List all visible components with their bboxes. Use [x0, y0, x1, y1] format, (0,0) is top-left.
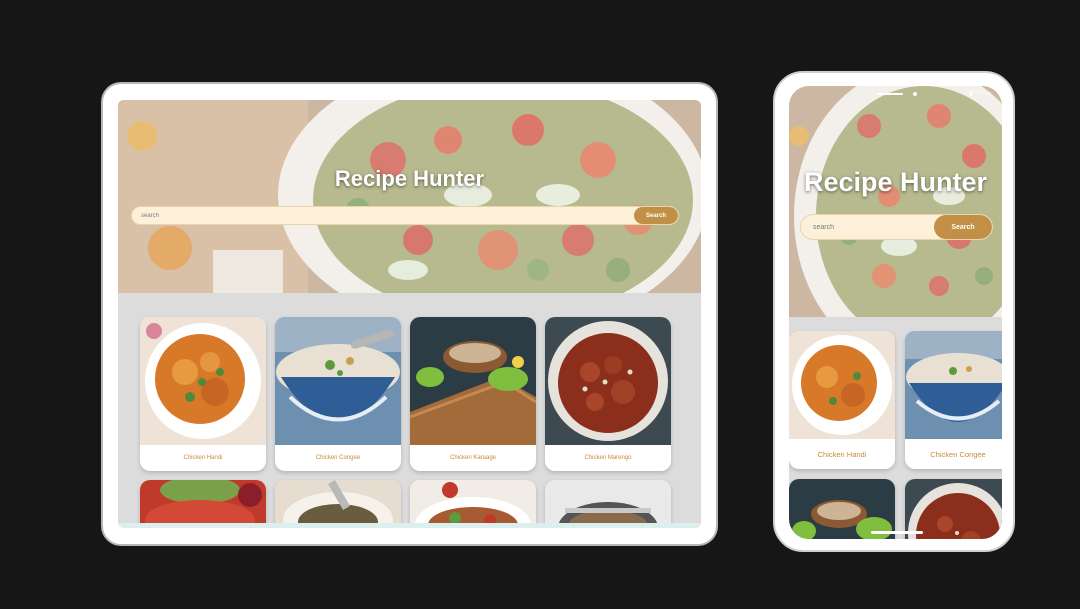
- recipe-card[interactable]: [545, 480, 671, 528]
- tablet-screen: Recipe Hunter Search: [118, 100, 701, 528]
- recipe-card[interactable]: [275, 480, 401, 528]
- recipe-card[interactable]: Chicken Karaage: [410, 317, 536, 471]
- app-title: Recipe Hunter: [334, 166, 485, 191]
- search-button[interactable]: Search: [634, 207, 678, 224]
- search-input[interactable]: [801, 215, 934, 239]
- hero-banner: Recipe Hunter Search: [118, 100, 701, 293]
- home-indicator: [871, 531, 923, 534]
- recipe-name: Chicken Marengo: [584, 455, 632, 461]
- recipe-image: [275, 317, 401, 445]
- recipe-image: [140, 480, 266, 528]
- recipe-card[interactable]: Chicken Handi: [789, 331, 895, 469]
- recipe-name: Chicken Handi: [183, 455, 223, 461]
- wifi-icon: ◠: [976, 91, 983, 97]
- recipe-name: Chicken Congee: [315, 455, 361, 461]
- recipe-card[interactable]: [789, 479, 895, 539]
- hero-background-image: [118, 100, 701, 293]
- recipe-image: [410, 480, 536, 528]
- recipe-image: [905, 331, 1002, 439]
- recipe-image: [140, 317, 266, 445]
- recipe-card[interactable]: Chicken Congee: [275, 317, 401, 471]
- camera-dot: [913, 92, 917, 96]
- hero-background-image: [789, 86, 1002, 317]
- signal-icon: ▮: [969, 91, 974, 97]
- recipe-card[interactable]: [140, 480, 266, 528]
- recipe-image: [545, 317, 671, 445]
- search-bar: Search: [131, 206, 679, 225]
- recipe-name: Chicken Karaage: [449, 455, 497, 461]
- status-icons: ▮ ◠ ▭: [969, 90, 992, 97]
- recipe-card[interactable]: [905, 479, 1002, 539]
- recipe-card[interactable]: Chicken Handi: [140, 317, 266, 471]
- speaker-notch: [877, 93, 903, 95]
- bottom-bar: [118, 523, 701, 528]
- battery-icon: ▭: [985, 91, 992, 97]
- recipe-image: [275, 480, 401, 528]
- search-button[interactable]: Search: [934, 215, 992, 239]
- recipe-image: [410, 317, 536, 445]
- recipe-image: [789, 331, 895, 439]
- recipe-image: [789, 479, 895, 539]
- recipe-image: [545, 480, 671, 528]
- recipe-card[interactable]: Chicken Marengo: [545, 317, 671, 471]
- phone-mockup: ▮ ◠ ▭ Recipe Hunter Search: [773, 71, 1015, 552]
- recipe-name: Chicken Congee: [930, 450, 986, 459]
- recipe-name: Chicken Handi: [817, 450, 867, 459]
- recipe-card[interactable]: [410, 480, 536, 528]
- hero-banner: ▮ ◠ ▭ Recipe Hunter Search: [789, 86, 1002, 317]
- recipe-image: [905, 479, 1002, 539]
- status-bar: ▮ ◠ ▭: [789, 86, 1002, 102]
- app-title: Recipe Hunter: [803, 167, 988, 197]
- recipe-card[interactable]: Chicken Congee: [905, 331, 1002, 469]
- phone-screen: ▮ ◠ ▭ Recipe Hunter Search: [789, 86, 1002, 539]
- search-input[interactable]: [132, 207, 634, 224]
- tablet-mockup: Recipe Hunter Search: [101, 82, 718, 546]
- search-bar: Search: [800, 214, 993, 240]
